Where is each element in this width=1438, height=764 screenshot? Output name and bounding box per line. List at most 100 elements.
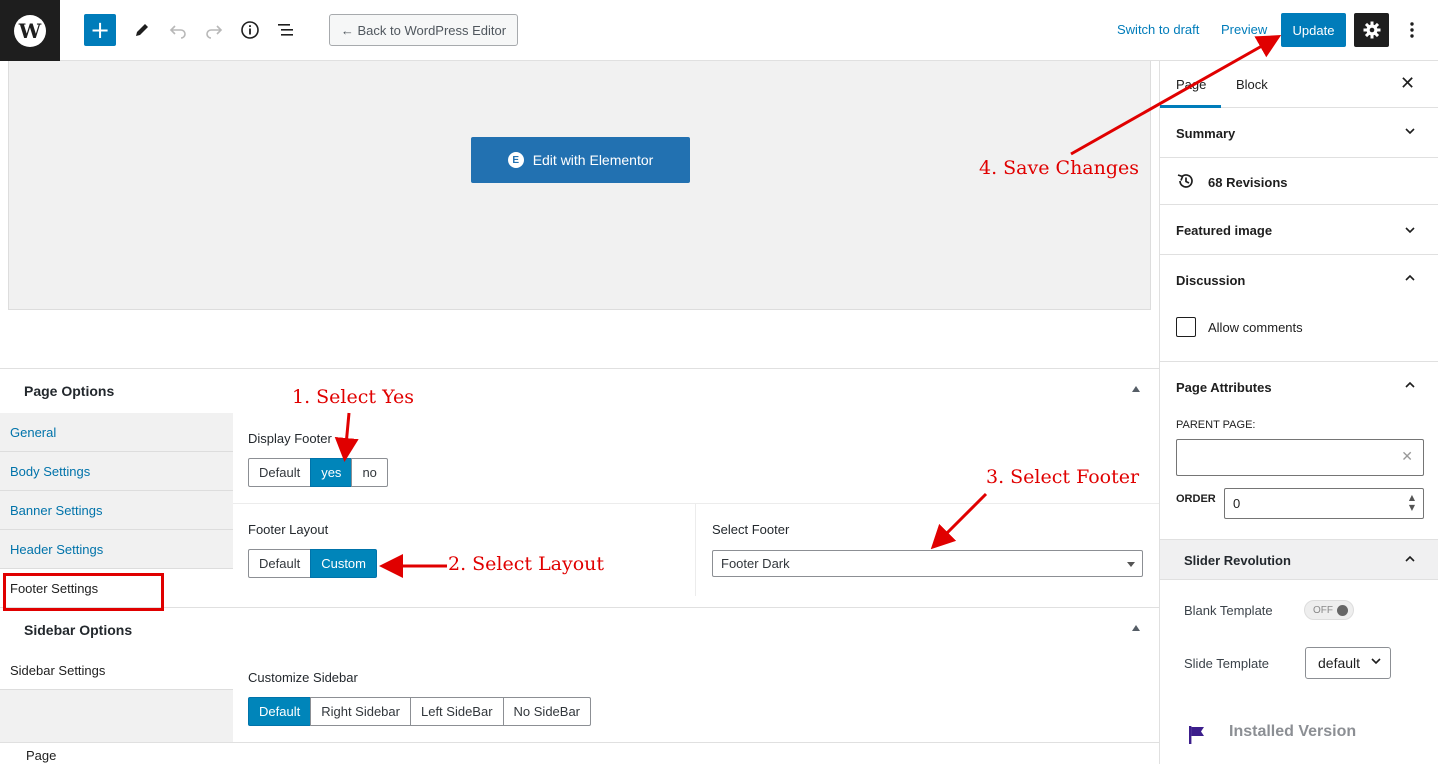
- sidebar-default-button[interactable]: Default: [248, 697, 312, 726]
- annotation-step-2: 2. Select Layout: [448, 553, 605, 575]
- gear-icon: [1363, 21, 1380, 39]
- display-footer-label: Display Footer: [248, 431, 332, 446]
- chevron-up-icon[interactable]: [1404, 272, 1416, 287]
- redo-icon[interactable]: [198, 14, 230, 46]
- stepper-icon[interactable]: ▲ ▼: [1409, 493, 1415, 513]
- page-attributes-panel-toggle[interactable]: Page Attributes: [1176, 380, 1272, 395]
- edit-with-elementor-label: Edit with Elementor: [532, 152, 654, 168]
- slide-template-select[interactable]: default: [1305, 647, 1391, 679]
- order-input[interactable]: 0 ▲ ▼: [1224, 488, 1424, 519]
- featured-image-panel-toggle[interactable]: Featured image: [1176, 223, 1272, 238]
- select-footer-dropdown[interactable]: Footer Dark: [712, 550, 1143, 577]
- parent-page-input[interactable]: ✕: [1176, 439, 1424, 476]
- footer-layout-custom-button[interactable]: Custom: [310, 549, 377, 578]
- tab-header-settings[interactable]: Header Settings: [0, 530, 233, 569]
- slider-revolution-title: Slider Revolution: [1184, 553, 1291, 568]
- sidebar-none-button[interactable]: No SideBar: [502, 697, 592, 726]
- revisions-link[interactable]: 68 Revisions: [1208, 175, 1288, 190]
- tab-sidebar-settings[interactable]: Sidebar Settings: [0, 652, 233, 690]
- annotation-step-1: 1. Select Yes: [292, 386, 414, 408]
- edit-pencil-icon[interactable]: [126, 14, 158, 46]
- display-footer-options: Default yes no: [248, 458, 388, 487]
- customize-sidebar-label: Customize Sidebar: [248, 670, 358, 685]
- display-footer-default-button[interactable]: Default: [248, 458, 312, 487]
- chevron-down-icon[interactable]: [1404, 125, 1416, 140]
- revisions-history-icon: [1177, 174, 1193, 188]
- arrow-step-3: [930, 492, 988, 550]
- back-to-wordpress-editor-button[interactable]: ← Back to WordPress Editor: [329, 14, 518, 46]
- sidebar-options-title[interactable]: Sidebar Options: [24, 622, 132, 638]
- parent-page-label: PARENT PAGE:: [1176, 419, 1256, 431]
- editor-header: W + ← Back to WordPress Editor Switch to…: [0, 0, 1438, 61]
- chevron-up-icon[interactable]: [1404, 553, 1416, 568]
- allow-comments-checkbox[interactable]: [1176, 317, 1196, 337]
- metabox-divider-2: [0, 607, 1159, 608]
- update-button[interactable]: Update: [1281, 13, 1346, 47]
- chevron-down-icon[interactable]: [1404, 224, 1416, 239]
- footer-layout-default-button[interactable]: Default: [248, 549, 312, 578]
- undo-arrow-icon: [169, 25, 186, 39]
- chevron-down-icon: [1370, 655, 1382, 670]
- list-view-icon[interactable]: [270, 14, 302, 46]
- panel-divider: [1160, 361, 1438, 362]
- edit-with-elementor-button[interactable]: E Edit with Elementor: [471, 137, 690, 183]
- elementor-icon: E: [507, 152, 524, 168]
- details-info-icon[interactable]: [234, 14, 266, 46]
- discussion-panel-toggle[interactable]: Discussion: [1176, 273, 1245, 288]
- pencil-icon: [136, 24, 148, 36]
- panel-divider: [1160, 157, 1438, 158]
- undo-icon[interactable]: [162, 14, 194, 46]
- outline-list-icon: [278, 24, 293, 36]
- settings-button[interactable]: [1354, 13, 1389, 47]
- footer-layout-options: Default Custom: [248, 549, 377, 578]
- clear-icon[interactable]: ✕: [1401, 449, 1413, 465]
- collapse-sidebar-options-icon[interactable]: [1132, 625, 1140, 631]
- blank-template-label: Blank Template: [1184, 603, 1273, 618]
- chevron-up-icon[interactable]: [1404, 379, 1416, 394]
- arrow-step-1: [334, 412, 359, 462]
- panel-divider: [1160, 204, 1438, 205]
- toggle-state-label: OFF: [1313, 604, 1333, 616]
- annotation-step-4: 4. Save Changes: [979, 157, 1140, 179]
- block-breadcrumb-bar: Page: [0, 742, 1159, 764]
- slider-revolution-panel[interactable]: Slider Revolution: [1160, 539, 1438, 580]
- sidebar-tabs: Page Block ✕: [1160, 61, 1438, 108]
- tab-banner-settings[interactable]: Banner Settings: [0, 491, 233, 530]
- more-options-button[interactable]: [1398, 14, 1426, 46]
- field-divider: [233, 503, 1159, 504]
- tab-body-settings[interactable]: Body Settings: [0, 452, 233, 491]
- customize-sidebar-options: Default Right Sidebar Left SideBar No Si…: [248, 697, 592, 726]
- metabox-divider: [0, 368, 1159, 369]
- display-footer-yes-button[interactable]: yes: [310, 458, 353, 487]
- summary-panel-toggle[interactable]: Summary: [1176, 126, 1235, 141]
- blank-template-toggle[interactable]: OFF: [1304, 600, 1354, 620]
- breadcrumb-page[interactable]: Page: [26, 748, 56, 763]
- display-footer-no-button[interactable]: no: [351, 458, 388, 487]
- info-icon: [241, 21, 259, 39]
- slide-template-label: Slide Template: [1184, 656, 1270, 671]
- order-label: ORDER: [1176, 493, 1216, 505]
- kebab-menu-icon: [1410, 22, 1414, 38]
- tab-page[interactable]: Page: [1176, 77, 1206, 92]
- switch-to-draft-button[interactable]: Switch to draft: [1117, 22, 1199, 37]
- sidebar-left-button[interactable]: Left SideBar: [409, 697, 504, 726]
- field-column-divider: [695, 504, 696, 596]
- tab-block[interactable]: Block: [1236, 77, 1268, 92]
- footer-settings-highlight-box: [3, 573, 164, 611]
- tab-general[interactable]: General: [0, 413, 233, 452]
- preview-button[interactable]: Preview: [1221, 22, 1267, 37]
- footer-layout-label: Footer Layout: [248, 522, 329, 537]
- slide-template-value: default: [1318, 655, 1361, 671]
- sidebar-right-button[interactable]: Right Sidebar: [310, 697, 411, 726]
- allow-comments-label: Allow comments: [1208, 320, 1303, 335]
- annotation-step-3: 3. Select Footer: [986, 466, 1140, 488]
- wordpress-logo-button[interactable]: W: [0, 0, 60, 61]
- editor-canvas: E Edit with Elementor: [8, 61, 1151, 310]
- toggle-knob: [1337, 605, 1348, 616]
- sidebar-options-tabs: Sidebar Settings: [0, 652, 233, 742]
- collapse-page-options-icon[interactable]: [1132, 386, 1140, 392]
- close-sidebar-icon[interactable]: ✕: [1400, 73, 1415, 94]
- add-block-button[interactable]: +: [84, 14, 116, 46]
- dropdown-arrow-icon: [1127, 562, 1135, 567]
- page-options-title[interactable]: Page Options: [24, 383, 114, 399]
